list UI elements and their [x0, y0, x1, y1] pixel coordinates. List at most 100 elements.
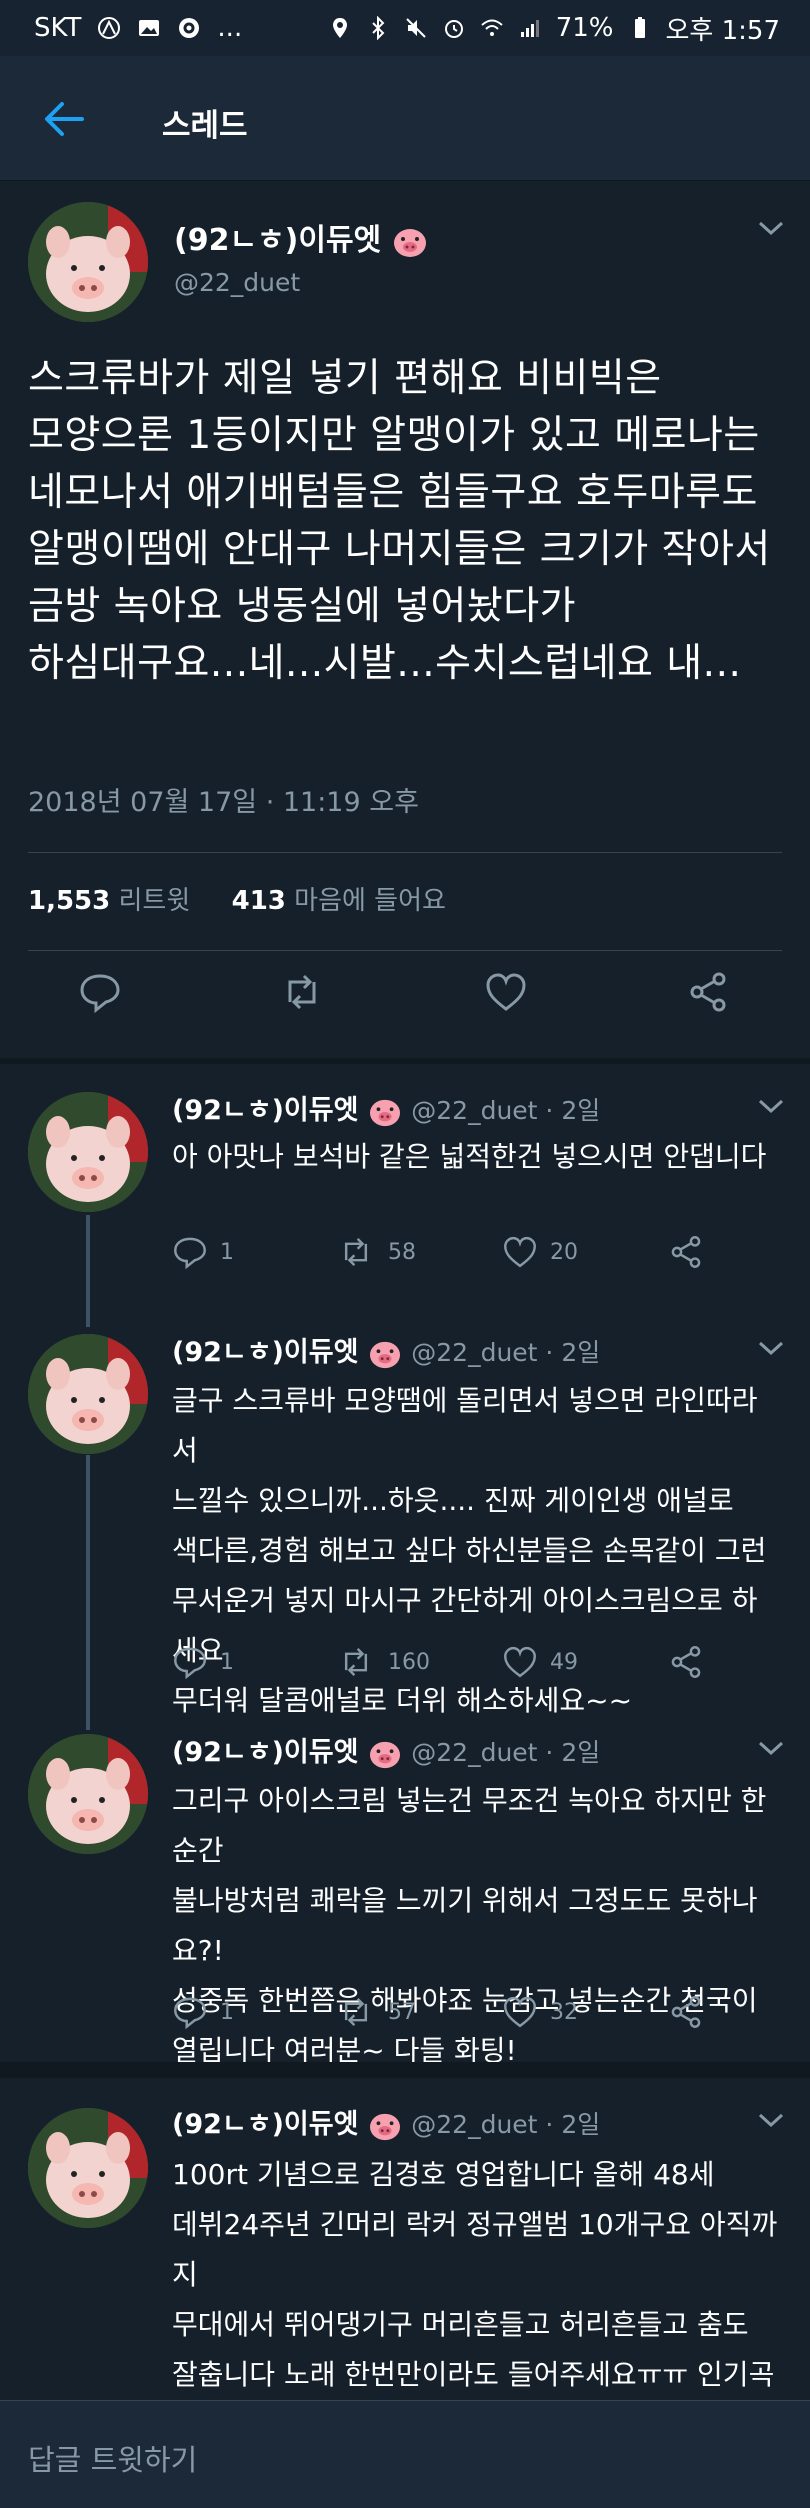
bluetooth-icon — [371, 16, 385, 40]
share-action[interactable] — [668, 1994, 704, 2030]
like-action[interactable]: 49 — [502, 1644, 578, 1680]
like-label[interactable]: 마음에 들어요 — [294, 886, 446, 916]
retweet-label[interactable]: 리트윗 — [119, 886, 191, 916]
display-name[interactable]: (92ㄴㅎ)이듀엣 @22_duet · 2일 — [172, 1330, 600, 1369]
chevron-down-icon[interactable] — [756, 218, 786, 238]
app-bar: 스레드 — [0, 56, 810, 181]
user-handle-time[interactable]: @22_duet · 2일 — [411, 1338, 600, 1367]
pig-emoji-icon — [369, 1341, 400, 1368]
reply-actions: 1 160 49 — [172, 1644, 772, 1688]
like-count: 32 — [550, 1999, 578, 2025]
reply-icon — [174, 1237, 206, 1270]
share-action[interactable] — [668, 1644, 704, 1680]
main-tweet: (92ㄴㅎ)이듀엣 @22_duet 스크류바가 제일 넣기 편해요 비비빅은 … — [0, 180, 810, 1060]
tweet-actions — [0, 970, 810, 1040]
retweet-action[interactable]: 160 — [336, 1644, 430, 1680]
wifi-icon — [481, 19, 503, 36]
page-title: 스레드 — [162, 108, 248, 144]
location-icon — [332, 18, 347, 38]
share-action[interactable] — [668, 1234, 704, 1270]
like-count: 49 — [550, 1649, 578, 1675]
reply-tweet[interactable]: (92ㄴㅎ)이듀엣 @22_duet · 2일 아 아맛나 보석바 같은 넓적한… — [0, 1066, 810, 1326]
reply-count: 1 — [220, 1649, 234, 1675]
divider — [28, 950, 782, 951]
like-count[interactable]: 413 — [232, 886, 286, 916]
chevron-down-icon[interactable] — [756, 2110, 786, 2130]
like-count: 20 — [550, 1239, 578, 1265]
share-icon[interactable] — [686, 970, 730, 1014]
user-handle[interactable]: @22_duet — [174, 268, 300, 297]
like-icon — [504, 1996, 536, 2028]
retweet-count: 57 — [388, 1999, 416, 2025]
reply-icon — [174, 1647, 206, 1680]
gallery-icon — [139, 20, 160, 36]
display-name[interactable]: (92ㄴㅎ)이듀엣 @22_duet · 2일 — [172, 1088, 600, 1127]
reply-tweet[interactable]: (92ㄴㅎ)이듀엣 @22_duet · 2일 그리구 아이스크림 넣는건 무조… — [0, 1726, 810, 2067]
user-handle-time[interactable]: @22_duet · 2일 — [411, 1096, 600, 1125]
chevron-down-icon[interactable] — [756, 1738, 786, 1758]
mute-icon — [405, 18, 426, 38]
carrier-label: SKT — [34, 13, 82, 43]
retweet-count: 160 — [388, 1649, 430, 1675]
like-icon[interactable] — [484, 970, 528, 1014]
divider — [28, 852, 782, 853]
share-icon — [671, 1646, 701, 1678]
status-bar: SKT ... 71% 오후 1:57 — [0, 0, 810, 56]
alarm-clock-icon — [444, 20, 463, 38]
reply-text: 100rt 기념으로 김경호 영업합니다 올해 48세 데뷔24주년 긴머리 락… — [172, 2158, 778, 2391]
chevron-down-icon[interactable] — [756, 1338, 786, 1358]
retweet-icon — [344, 1238, 368, 1266]
tweet-timestamp: 2018년 07월 17일 · 11:19 오후 — [28, 787, 419, 818]
like-icon — [504, 1646, 536, 1678]
display-name[interactable]: (92ㄴㅎ)이듀엣 @22_duet · 2일 — [172, 2102, 600, 2141]
retweet-count[interactable]: 1,553 — [28, 886, 110, 916]
avatar[interactable] — [28, 1092, 148, 1212]
display-name[interactable]: (92ㄴㅎ)이듀엣 @22_duet · 2일 — [172, 1730, 600, 1769]
retweet-count: 58 — [388, 1239, 416, 1265]
user-handle-time[interactable]: @22_duet · 2일 — [411, 2110, 600, 2139]
reply-tweet[interactable]: (92ㄴㅎ)이듀엣 @22_duet · 2일 글구 스크류바 모양땜에 돌리면… — [0, 1326, 810, 1726]
reply-tweet[interactable]: (92ㄴㅎ)이듀엣 @22_duet · 2일 100rt 기념으로 김경호 영… — [0, 2078, 810, 2400]
reply-action[interactable]: 1 — [172, 1644, 234, 1680]
retweet-icon — [344, 1998, 368, 2026]
share-icon — [671, 1996, 701, 2028]
battery-icon — [634, 17, 645, 38]
like-action[interactable]: 20 — [502, 1234, 578, 1270]
like-icon — [504, 1236, 536, 1268]
signal-icon — [520, 20, 539, 37]
like-action[interactable]: 32 — [502, 1994, 578, 2030]
alarm-app-icon — [98, 17, 121, 39]
pig-emoji-icon — [369, 1741, 400, 1768]
reply-icon[interactable] — [78, 970, 122, 1014]
tweet-text: 스크류바가 제일 넣기 편해요 비비빅은 모양으론 1등이지만 알맹이가 있고 … — [28, 356, 771, 686]
chevron-down-icon[interactable] — [756, 1096, 786, 1116]
user-handle-time[interactable]: @22_duet · 2일 — [411, 1738, 600, 1767]
display-name[interactable]: (92ㄴㅎ)이듀엣 — [174, 215, 428, 259]
reply-action[interactable]: 1 — [172, 1234, 234, 1270]
avatar[interactable] — [28, 1334, 148, 1454]
avatar[interactable] — [28, 1734, 148, 1854]
pig-emoji-icon — [369, 1099, 400, 1126]
retweet-action[interactable]: 57 — [336, 1994, 416, 2030]
reply-text: 아 아맛나 보석바 같은 넓적한건 넣으시면 안댑니다 — [172, 1140, 767, 1173]
battery-percent: 71% — [555, 13, 614, 43]
pig-emoji-icon — [393, 228, 426, 257]
reply-input[interactable]: 답글 트윗하기 — [28, 2437, 197, 2479]
retweet-action[interactable]: 58 — [336, 1234, 416, 1270]
reply-icon — [174, 1997, 206, 2030]
reply-count: 1 — [220, 1239, 234, 1265]
avatar[interactable] — [28, 2108, 148, 2228]
more-notifications: ... — [217, 13, 243, 43]
share-icon — [671, 1236, 701, 1268]
section-divider — [0, 1058, 810, 1064]
back-arrow-icon[interactable] — [40, 96, 86, 142]
clock: 오후 1:57 — [665, 15, 781, 46]
tweet-stats: 1,553 리트윗 413 마음에 들어요 — [28, 880, 446, 917]
reply-action[interactable]: 1 — [172, 1994, 234, 2030]
pig-emoji-icon — [369, 2113, 400, 2140]
avatar[interactable] — [28, 202, 148, 322]
section-divider — [0, 2062, 810, 2078]
retweet-icon[interactable] — [280, 970, 324, 1014]
reply-actions: 1 57 32 — [172, 1994, 772, 2038]
reply-composer: 답글 트윗하기 — [0, 2400, 810, 2508]
